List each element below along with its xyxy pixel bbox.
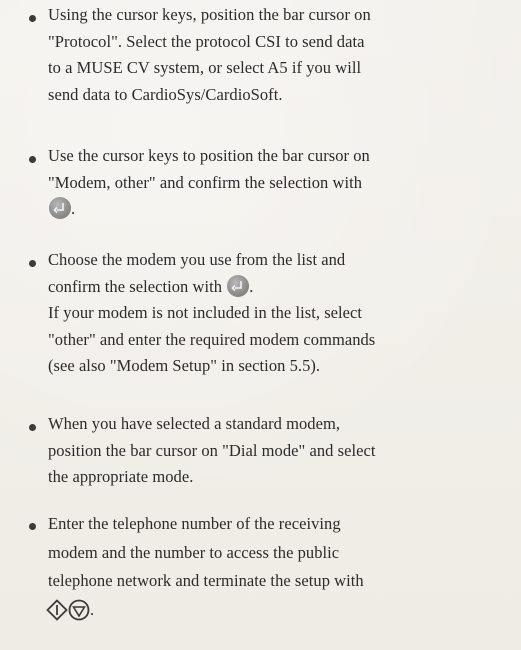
text-line: Choose the modem you use from the list a… (48, 250, 346, 269)
text-line: "Protocol". Select the protocol CSI to s… (48, 31, 365, 51)
bullet-icon (29, 15, 36, 22)
step-text: When you have selected a standard modem,… (48, 411, 508, 491)
text-line: telephone network and terminate the setu… (48, 571, 364, 590)
text-line: send data to CardioSys/CardioSoft. (48, 84, 283, 104)
text-line: "Modem, other" and confirm the selection… (48, 172, 363, 192)
sentence-end: . (90, 599, 95, 619)
text-line: the appropriate mode. (48, 467, 194, 486)
stop-key-icon (68, 599, 90, 631)
text-line-with-icon: confirm the selection with . (48, 274, 508, 301)
text-line: Using the cursor keys, position the bar … (48, 5, 371, 24)
sentence-end: . (249, 276, 254, 296)
bullet-icon (29, 523, 36, 530)
text-line-with-icon: . (48, 196, 508, 223)
text-line: "other" and enter the required modem com… (48, 329, 376, 349)
step-text: Using the cursor keys, position the bar … (48, 2, 508, 108)
step-text: Enter the telephone number of the receiv… (46, 510, 508, 625)
text-segment: confirm the selection with (48, 276, 223, 296)
step-text: Use the cursor keys to position the bar … (48, 143, 508, 223)
bullet-icon (29, 156, 36, 163)
manual-page: Using the cursor keys, position the bar … (0, 0, 521, 650)
text-line: (see also "Modem Setup" in section 5.5). (48, 356, 321, 375)
text-line: to a MUSE CV system, or select A5 if you… (48, 58, 362, 77)
step-text: Choose the modem you use from the list a… (48, 247, 508, 380)
start-key-icon (46, 598, 68, 631)
enter-key-icon (49, 197, 71, 219)
sentence-end: . (71, 199, 76, 218)
enter-key-icon (227, 274, 250, 297)
bullet-icon (29, 260, 36, 267)
text-line: When you have selected a standard modem, (48, 414, 341, 433)
text-line: modem and the number to access the publi… (48, 542, 340, 562)
bullet-icon (29, 424, 36, 431)
text-line: Enter the telephone number of the receiv… (48, 514, 341, 533)
text-line-with-icon: . (46, 596, 508, 625)
text-line: If your modem is not included in the lis… (48, 303, 363, 322)
text-line: position the bar cursor on "Dial mode" a… (48, 440, 376, 460)
text-line: Use the cursor keys to position the bar … (48, 146, 370, 165)
